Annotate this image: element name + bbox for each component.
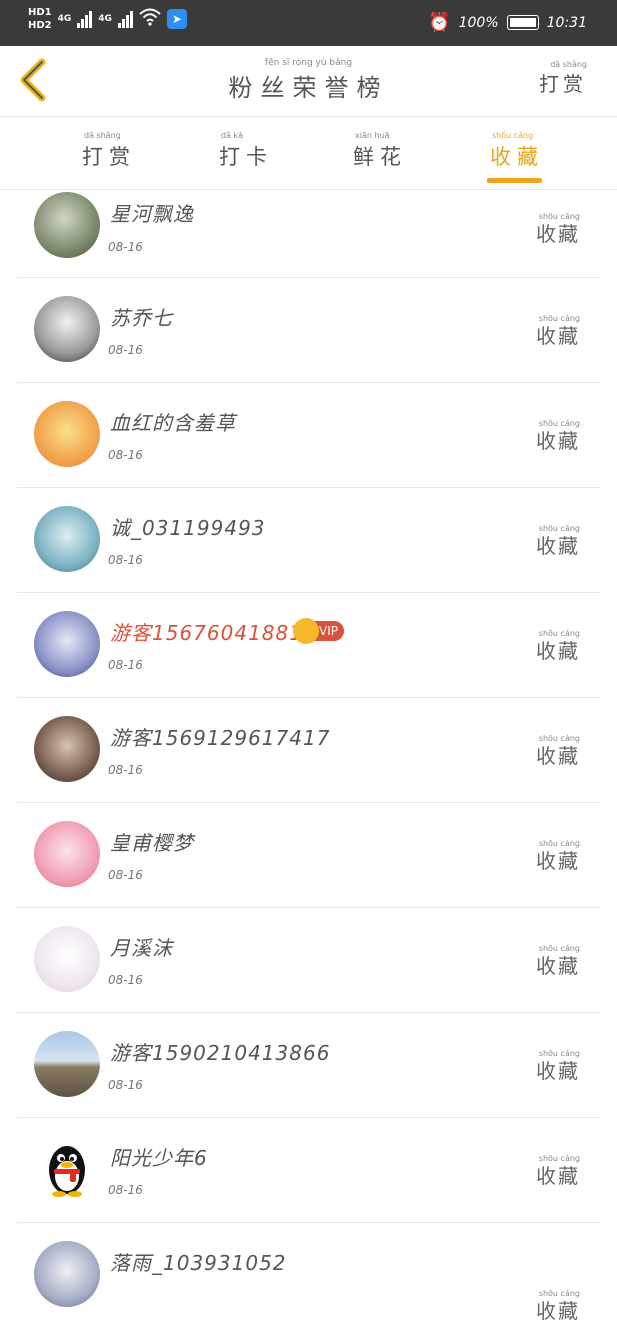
- status-right: ⏰ 100% 10:31: [428, 12, 587, 33]
- date: 08-16: [108, 240, 143, 254]
- tab-reward-pinyin: dǎ shǎng: [84, 131, 121, 140]
- list-item[interactable]: 皇甫樱梦 08-16 shōu cáng 收藏: [17, 803, 600, 908]
- avatar[interactable]: [34, 611, 100, 677]
- user-name: 阳光少年6: [110, 1146, 208, 1170]
- date: 08-16: [108, 1078, 143, 1092]
- user-name: 落雨_103931052: [110, 1251, 287, 1275]
- list-item[interactable]: 游客15902104138​66 08-16 shōu cáng 收藏: [17, 1013, 600, 1118]
- favorite-action[interactable]: 收藏: [536, 1295, 580, 1324]
- crown-icon: [293, 618, 319, 644]
- battery-icon: [506, 15, 539, 30]
- date: 08-16: [108, 763, 143, 777]
- hd1-label: HD1: [28, 7, 52, 18]
- reward-button[interactable]: 打赏: [539, 68, 587, 97]
- favorite-action[interactable]: 收藏: [536, 635, 580, 664]
- date: 08-16: [108, 1183, 143, 1197]
- tab-reward[interactable]: dǎ shǎng 打赏: [82, 131, 136, 171]
- signal-icon: [117, 10, 133, 28]
- favorite-action[interactable]: 收藏: [536, 530, 580, 559]
- avatar[interactable]: [34, 821, 100, 887]
- tab-favorites-label: 收藏: [490, 145, 544, 169]
- tab-favorites[interactable]: shōu cáng 收藏: [490, 131, 544, 171]
- penguin-icon: [49, 1146, 85, 1197]
- list-item[interactable]: 苏乔七 08-16 shōu cáng 收藏: [17, 278, 600, 383]
- date: 08-16: [108, 973, 143, 987]
- avatar[interactable]: [34, 716, 100, 782]
- date: 08-16: [108, 868, 143, 882]
- avatar[interactable]: [34, 926, 100, 992]
- favorites-list: 星河飘逸 08-16 shōu cáng 收藏 苏乔七 08-16 shōu c…: [0, 190, 617, 1327]
- app-icon: ➤: [166, 9, 187, 29]
- date: 08-16: [108, 658, 143, 672]
- tab-flowers[interactable]: xiān huā 鲜花: [353, 131, 407, 171]
- user-name: 血红的含羞草: [110, 411, 236, 435]
- tab-reward-label: 打赏: [82, 145, 136, 169]
- status-bar: HD1 HD2 4G 4G ➤ ⏰ 100% 10:31: [0, 0, 617, 46]
- tab-checkin-label: 打卡: [219, 145, 273, 169]
- signal-icon: [77, 10, 93, 28]
- hd2-label: HD2: [28, 20, 52, 31]
- favorite-action[interactable]: 收藏: [536, 950, 580, 979]
- list-item[interactable]: 阳光少年6 08-16 shōu cáng 收藏: [17, 1118, 600, 1223]
- date: 08-16: [108, 343, 143, 357]
- user-name: 游客15691296174​17: [110, 726, 331, 750]
- wifi-icon: [139, 8, 161, 30]
- list-item[interactable]: 游客15676041881​56 VIP 08-16 shōu cáng 收藏: [17, 593, 600, 698]
- tab-checkin[interactable]: dǎ kǎ 打卡: [219, 131, 273, 171]
- status-left: HD1 HD2 4G 4G ➤: [28, 6, 187, 32]
- avatar[interactable]: [34, 506, 100, 572]
- avatar[interactable]: [34, 1031, 100, 1097]
- avatar[interactable]: [34, 401, 100, 467]
- list-item[interactable]: 月溪沫 08-16 shōu cáng 收藏: [17, 908, 600, 1013]
- favorite-action[interactable]: 收藏: [536, 218, 580, 247]
- favorite-action[interactable]: 收藏: [536, 740, 580, 769]
- list-item[interactable]: 血红的含羞草 08-16 shōu cáng 收藏: [17, 383, 600, 488]
- list-item[interactable]: 落雨_103931052 shōu cáng 收藏: [17, 1223, 600, 1327]
- vip-badge-label: VIP: [319, 624, 338, 638]
- avatar[interactable]: [34, 296, 100, 362]
- avatar[interactable]: [34, 1241, 100, 1307]
- user-name: 皇甫樱梦: [110, 831, 194, 855]
- favorite-action[interactable]: 收藏: [536, 1055, 580, 1084]
- favorite-action[interactable]: 收藏: [536, 1160, 580, 1189]
- active-tab-indicator: [487, 178, 542, 183]
- network-type-1: 4G: [57, 14, 72, 24]
- network-type-2: 4G: [98, 14, 112, 24]
- avatar[interactable]: [34, 192, 100, 258]
- battery-percent: 100%: [458, 14, 499, 31]
- user-name: 苏乔七: [110, 306, 173, 330]
- user-name: 游客15902104138​66: [110, 1041, 331, 1065]
- user-name: 月溪沫: [110, 936, 173, 960]
- user-name: 星河飘逸: [110, 202, 194, 226]
- tab-flowers-pinyin: xiān huā: [355, 131, 390, 140]
- hd-indicator: HD1 HD2: [28, 6, 52, 32]
- clock: 10:31: [546, 14, 587, 31]
- avatar[interactable]: [34, 1136, 100, 1202]
- favorite-action[interactable]: 收藏: [536, 425, 580, 454]
- tab-favorites-pinyin: shōu cáng: [492, 131, 534, 140]
- date: 08-16: [108, 553, 143, 567]
- list-item[interactable]: 星河飘逸 08-16 shōu cáng 收藏: [17, 190, 600, 278]
- tab-checkin-pinyin: dǎ kǎ: [221, 131, 244, 140]
- list-item[interactable]: 诚_031199493 08-16 shōu cáng 收藏: [17, 488, 600, 593]
- list-item[interactable]: 游客15691296174​17 08-16 shōu cáng 收藏: [17, 698, 600, 803]
- tab-flowers-label: 鲜花: [353, 145, 407, 169]
- date: 08-16: [108, 448, 143, 462]
- page-title: 粉丝荣誉榜: [228, 74, 389, 102]
- favorite-action[interactable]: 收藏: [536, 845, 580, 874]
- alarm-icon: ⏰: [428, 12, 451, 33]
- vip-badge: VIP: [293, 618, 344, 644]
- page-title-pinyin: fěn sī róng yù bǎng: [264, 58, 353, 68]
- user-name: 诚_031199493: [110, 516, 266, 540]
- favorite-action[interactable]: 收藏: [536, 320, 580, 349]
- header: fěn sī róng yù bǎng 粉丝荣誉榜 dǎ shǎng 打赏: [0, 46, 617, 117]
